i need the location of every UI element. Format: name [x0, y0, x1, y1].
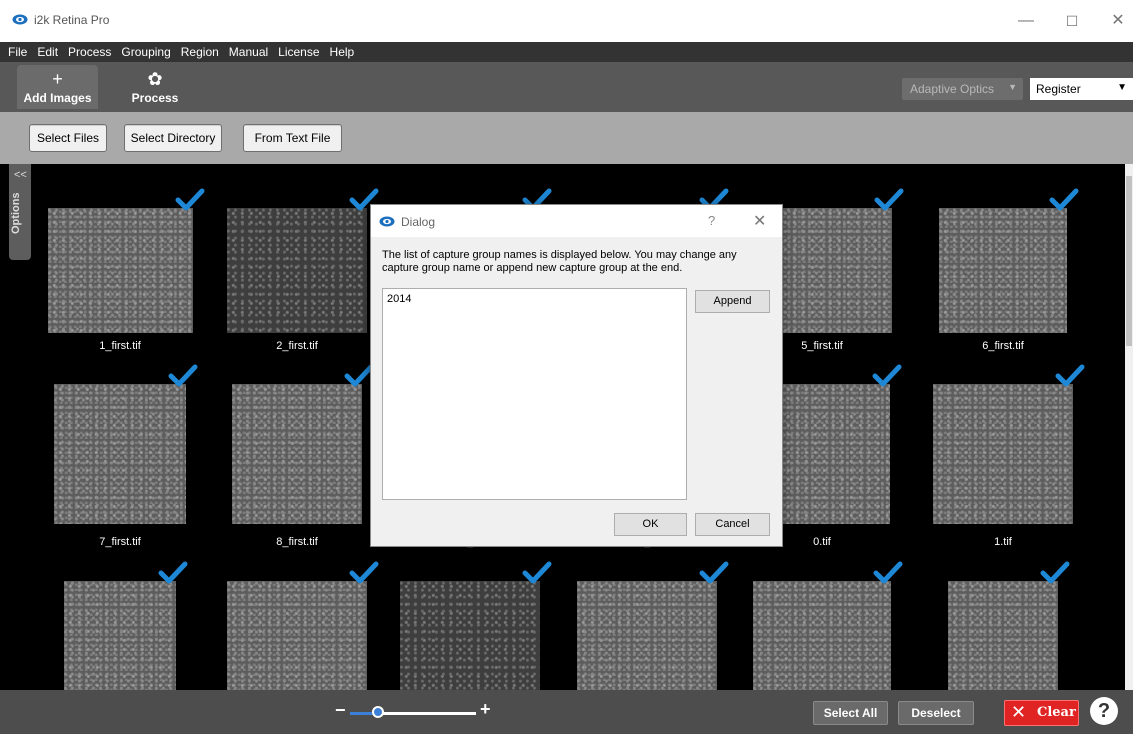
thumbnail-filename: 2_first.tif — [276, 340, 318, 352]
maximize-button[interactable]: ☐ — [1057, 10, 1087, 32]
from-text-file-button[interactable]: From Text File — [243, 124, 342, 152]
thumbnail-filename: 6_first.tif — [982, 340, 1024, 352]
image-thumbnail[interactable] — [47, 208, 193, 333]
dialog-title: Dialog — [401, 215, 436, 229]
chevron-down-icon: ▼ — [1008, 82, 1017, 92]
checkmark-icon[interactable] — [1049, 188, 1079, 212]
plus-icon: + — [52, 69, 63, 89]
deselect-button[interactable]: Deselect — [898, 701, 974, 725]
capture-group-list[interactable]: 2014 — [382, 288, 687, 500]
tab-process[interactable]: ✿ Process — [120, 65, 190, 109]
image-thumbnail[interactable] — [948, 581, 1058, 690]
image-thumbnail[interactable] — [753, 581, 891, 690]
thumbnail-filename: 7_first.tif — [99, 536, 141, 548]
thumbnail-filename: 1_first.tif — [99, 340, 141, 352]
image-thumbnail[interactable] — [400, 581, 540, 690]
checkmark-icon[interactable] — [349, 561, 379, 585]
thumbnail-filename: 8_first.tif — [276, 536, 318, 548]
window-title: i2k Retina Pro — [34, 13, 110, 27]
close-button[interactable]: ✕ — [1103, 10, 1133, 32]
checkmark-icon[interactable] — [699, 561, 729, 585]
checkmark-icon[interactable] — [522, 561, 552, 585]
append-button[interactable]: Append — [695, 290, 770, 313]
zoom-in-button[interactable]: + — [480, 699, 491, 720]
select-files-button[interactable]: Select Files — [29, 124, 107, 152]
minimize-button[interactable]: — — [1011, 10, 1041, 32]
checkmark-icon[interactable] — [158, 561, 188, 585]
bottom-bar: − + Select All Deselect ✕ Clear ? — [0, 690, 1133, 734]
dialog-message: The list of capture group names is displ… — [382, 249, 737, 274]
checkmark-icon[interactable] — [168, 364, 198, 388]
image-thumbnail[interactable] — [227, 208, 367, 333]
adaptive-optics-value: Adaptive Optics — [910, 82, 995, 96]
menu-process[interactable]: Process — [68, 45, 111, 59]
tab-process-label: Process — [131, 91, 179, 105]
help-button[interactable]: ? — [1090, 697, 1118, 725]
image-thumbnail[interactable] — [64, 581, 176, 690]
image-thumbnail[interactable] — [54, 384, 186, 524]
chevron-left-icon: << — [14, 169, 27, 181]
checkmark-icon[interactable] — [873, 561, 903, 585]
scrollbar-thumb[interactable] — [1126, 176, 1132, 346]
image-thumbnail[interactable] — [933, 384, 1073, 524]
mode-select[interactable]: Register ▼ — [1030, 78, 1133, 100]
checkmark-icon[interactable] — [872, 364, 902, 388]
zoom-slider[interactable] — [350, 712, 476, 715]
checkmark-icon[interactable] — [1055, 364, 1085, 388]
menu-bar: File Edit Process Grouping Region Manual… — [0, 42, 1133, 62]
menu-edit[interactable]: Edit — [37, 45, 58, 59]
image-thumbnail[interactable] — [227, 581, 367, 690]
adaptive-optics-select[interactable]: Adaptive Optics ▼ — [902, 78, 1023, 100]
menu-license[interactable]: License — [278, 45, 319, 59]
options-panel-tab[interactable]: << Options — [9, 164, 31, 260]
options-tab-label: Options — [10, 192, 22, 234]
ok-button[interactable]: OK — [614, 513, 687, 536]
mode-select-value: Register — [1036, 82, 1081, 96]
tab-add-images-label: Add Images — [23, 91, 92, 105]
flower-icon: ✿ — [147, 69, 163, 89]
image-thumbnail[interactable] — [577, 581, 717, 690]
checkmark-icon[interactable] — [175, 188, 205, 212]
select-directory-button[interactable]: Select Directory — [124, 124, 222, 152]
title-bar: i2k Retina Pro — ☐ ✕ — [0, 0, 1133, 42]
eye-logo-icon — [379, 216, 395, 227]
clear-label: Clear — [1037, 705, 1076, 720]
checkmark-icon[interactable] — [1040, 561, 1070, 585]
grid-scrollbar[interactable] — [1125, 164, 1133, 690]
image-thumbnail[interactable] — [939, 208, 1067, 333]
thumbnail-filename: 1.tif — [994, 536, 1012, 548]
dialog-title-bar: Dialog ? ✕ — [371, 205, 782, 237]
select-all-button[interactable]: Select All — [813, 701, 888, 725]
cancel-button[interactable]: Cancel — [695, 513, 770, 536]
dialog-help-button[interactable]: ? — [708, 213, 715, 228]
close-icon: ✕ — [1011, 702, 1027, 723]
checkmark-icon[interactable] — [874, 188, 904, 212]
file-button-row: Select Files Select Directory From Text … — [0, 112, 1133, 164]
image-thumbnail[interactable] — [232, 384, 362, 524]
zoom-out-button[interactable]: − — [335, 700, 346, 721]
menu-help[interactable]: Help — [330, 45, 355, 59]
menu-manual[interactable]: Manual — [229, 45, 268, 59]
menu-grouping[interactable]: Grouping — [121, 45, 170, 59]
menu-file[interactable]: File — [8, 45, 27, 59]
capture-group-item[interactable]: 2014 — [387, 293, 411, 305]
dialog-body: The list of capture group names is displ… — [371, 237, 782, 546]
toolbar: + Add Images ✿ Process Adaptive Optics ▼… — [0, 62, 1133, 112]
tab-add-images[interactable]: + Add Images — [17, 65, 98, 109]
zoom-slider-handle[interactable] — [371, 706, 384, 718]
eye-logo-icon — [12, 14, 28, 25]
dialog-close-button[interactable]: ✕ — [753, 211, 766, 231]
chevron-down-icon: ▼ — [1117, 82, 1127, 93]
menu-region[interactable]: Region — [181, 45, 219, 59]
capture-group-dialog: Dialog ? ✕ The list of capture group nam… — [370, 204, 783, 547]
clear-button[interactable]: ✕ Clear — [1004, 700, 1079, 726]
